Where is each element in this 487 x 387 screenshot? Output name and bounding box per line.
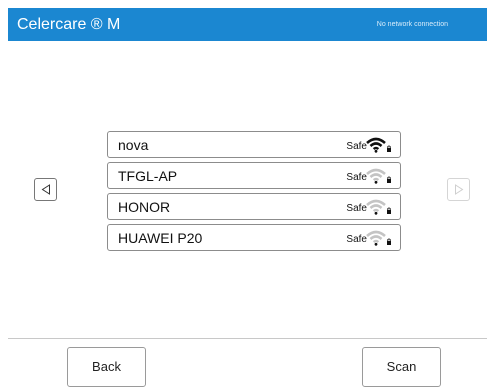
wifi-network-row[interactable]: HUAWEI P20 Safe [107,224,401,251]
wifi-ssid: HUAWEI P20 [118,230,203,246]
wifi-network-list: nova Safe TFGL-AP Safe HONOR Safe HUAWEI… [107,131,401,255]
wifi-ssid: nova [118,137,149,153]
wifi-security-label: Safe [346,234,367,245]
wifi-network-row[interactable]: HONOR Safe [107,193,401,220]
triangle-right-icon [454,184,463,195]
wifi-ssid: HONOR [118,199,171,215]
wifi-signal-weak-icon [366,230,391,246]
title-bar: Celercare ® M No network connection [8,8,487,41]
scan-button[interactable]: Scan [362,347,441,387]
wifi-security-label: Safe [346,141,367,152]
back-button[interactable]: Back [67,347,146,387]
wifi-signal-weak-icon [366,168,391,184]
wifi-security-label: Safe [346,172,367,183]
wifi-signal-strong-icon [366,137,391,153]
wifi-security-label: Safe [346,203,367,214]
next-page-button[interactable] [447,178,470,201]
network-status: No network connection [376,21,448,28]
app-title: Celercare ® M [17,16,121,33]
wifi-network-row[interactable]: TFGL-AP Safe [107,162,401,189]
wifi-signal-weak-icon [366,199,391,215]
app-window: Celercare ® M No network connection nova… [8,8,487,387]
footer-divider [8,338,487,339]
previous-page-button[interactable] [34,178,57,201]
wifi-ssid: TFGL-AP [118,168,178,184]
wifi-network-row[interactable]: nova Safe [107,131,401,158]
triangle-left-icon [41,184,50,195]
